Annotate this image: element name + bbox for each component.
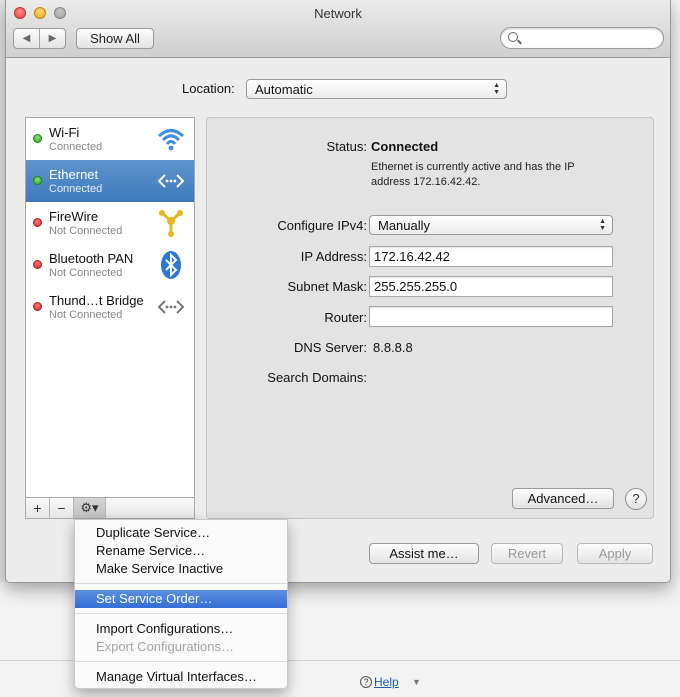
advanced-button[interactable]: Advanced… — [512, 488, 614, 509]
show-all-button[interactable]: Show All — [76, 28, 154, 49]
menu-separator — [75, 583, 287, 584]
service-status: Connected — [49, 183, 103, 195]
menu-separator — [75, 613, 287, 614]
subnet-mask-label: Subnet Mask: — [287, 279, 368, 294]
background-help[interactable]: ? Help — [360, 675, 399, 689]
search-icon — [508, 32, 518, 42]
back-button[interactable]: ◀ — [14, 29, 39, 48]
service-name: Bluetooth PAN — [49, 251, 134, 266]
revert-button[interactable]: Revert — [491, 543, 563, 564]
service-details-panel: Status: Connected Ethernet is currently … — [206, 117, 654, 519]
status-label: Status: — [326, 139, 367, 154]
location-select[interactable]: Automatic ▲ ▼ — [246, 79, 507, 99]
service-item-firewire[interactable]: FireWire Not Connected — [26, 202, 194, 244]
select-arrows-icon: ▲ ▼ — [599, 218, 606, 232]
service-name: FireWire — [49, 209, 99, 224]
select-arrows-icon: ▲ ▼ — [493, 82, 500, 96]
menu-item-make-service-inactive[interactable]: Make Service Inactive — [75, 560, 287, 578]
help-link[interactable]: Help — [374, 675, 399, 689]
service-list-toolbar: + − ⚙▾ — [25, 498, 195, 519]
service-item-bluetooth-pan[interactable]: Bluetooth PAN Not Connected — [26, 244, 194, 286]
configure-ipv4-value: Manually — [378, 218, 431, 233]
apply-button[interactable]: Apply — [577, 543, 653, 564]
menu-separator — [75, 661, 287, 662]
menu-item-duplicate-service[interactable]: Duplicate Service… — [75, 524, 287, 542]
service-name: Wi-Fi — [49, 125, 80, 140]
dropdown-triangle-icon[interactable]: ▼ — [412, 677, 421, 687]
menu-item-export-configurations: Export Configurations… — [96, 639, 235, 654]
wifi-icon — [157, 129, 185, 151]
dns-server-label: DNS Server: — [294, 340, 367, 355]
status-dot-disconnected — [33, 302, 42, 311]
service-name: Thund…t Bridge — [49, 293, 144, 308]
search-domains-label: Search Domains: — [267, 370, 367, 385]
remove-service-button[interactable]: − — [50, 498, 74, 518]
network-preferences-window: Network ◀ ▶ Show All Location: Automatic… — [5, 0, 671, 583]
service-item-thunderbolt-bridge[interactable]: Thund…t Bridge Not Connected — [26, 286, 194, 328]
status-dot-connected — [33, 134, 42, 143]
forward-button[interactable]: ▶ — [39, 29, 65, 48]
ip-address-field[interactable]: 172.16.42.42 — [369, 246, 613, 267]
add-service-button[interactable]: + — [26, 498, 50, 518]
service-item-ethernet[interactable]: Ethernet Connected — [26, 160, 194, 202]
configure-ipv4-label: Configure IPv4: — [277, 218, 367, 233]
status-value: Connected — [371, 139, 439, 154]
service-status: Not Connected — [49, 309, 123, 321]
subnet-mask-field[interactable]: 255.255.255.0 — [369, 276, 613, 297]
ip-address-label: IP Address: — [300, 249, 367, 264]
status-dot-connected — [33, 176, 42, 185]
location-value: Automatic — [255, 82, 313, 97]
search-field[interactable] — [500, 27, 664, 49]
status-dot-disconnected — [33, 260, 42, 269]
menu-item-manage-virtual-interfaces[interactable]: Manage Virtual Interfaces… — [75, 668, 287, 686]
thunderbolt-bridge-icon — [157, 300, 185, 314]
menu-item-set-service-order[interactable]: Set Service Order… — [75, 590, 287, 608]
window-title: Network — [314, 6, 362, 21]
ethernet-icon — [157, 174, 185, 188]
status-dot-disconnected — [33, 218, 42, 227]
menu-item-rename-service[interactable]: Rename Service… — [75, 542, 287, 560]
service-status: Connected — [49, 141, 103, 153]
status-description: Ethernet is currently active and has the… — [371, 161, 575, 188]
assist-me-button[interactable]: Assist me… — [369, 543, 479, 564]
service-status: Not Connected — [49, 225, 123, 237]
title-bar: Network ◀ ▶ Show All — [6, 0, 670, 58]
location-label: Location: — [182, 81, 235, 96]
service-status: Not Connected — [49, 267, 123, 279]
router-label: Router: — [324, 310, 367, 325]
help-circle-icon: ? — [360, 676, 372, 688]
menu-item-import-configurations[interactable]: Import Configurations… — [75, 620, 287, 638]
dns-server-value: 8.8.8.8 — [373, 340, 413, 355]
bluetooth-icon — [161, 251, 181, 279]
back-forward-control: ◀ ▶ — [13, 28, 66, 49]
firewire-icon — [159, 210, 183, 237]
service-item-wifi[interactable]: Wi-Fi Connected — [26, 118, 194, 160]
router-field[interactable] — [369, 306, 613, 327]
service-name: Ethernet — [49, 167, 99, 182]
service-list[interactable]: Wi-Fi Connected Ethernet Connected FireW… — [25, 117, 195, 498]
gear-dropdown-menu: Duplicate Service… Rename Service… Make … — [74, 519, 288, 689]
help-button[interactable]: ? — [625, 488, 647, 510]
configure-ipv4-select[interactable]: Manually ▲ ▼ — [369, 215, 613, 235]
gear-menu-button[interactable]: ⚙▾ — [74, 498, 106, 518]
